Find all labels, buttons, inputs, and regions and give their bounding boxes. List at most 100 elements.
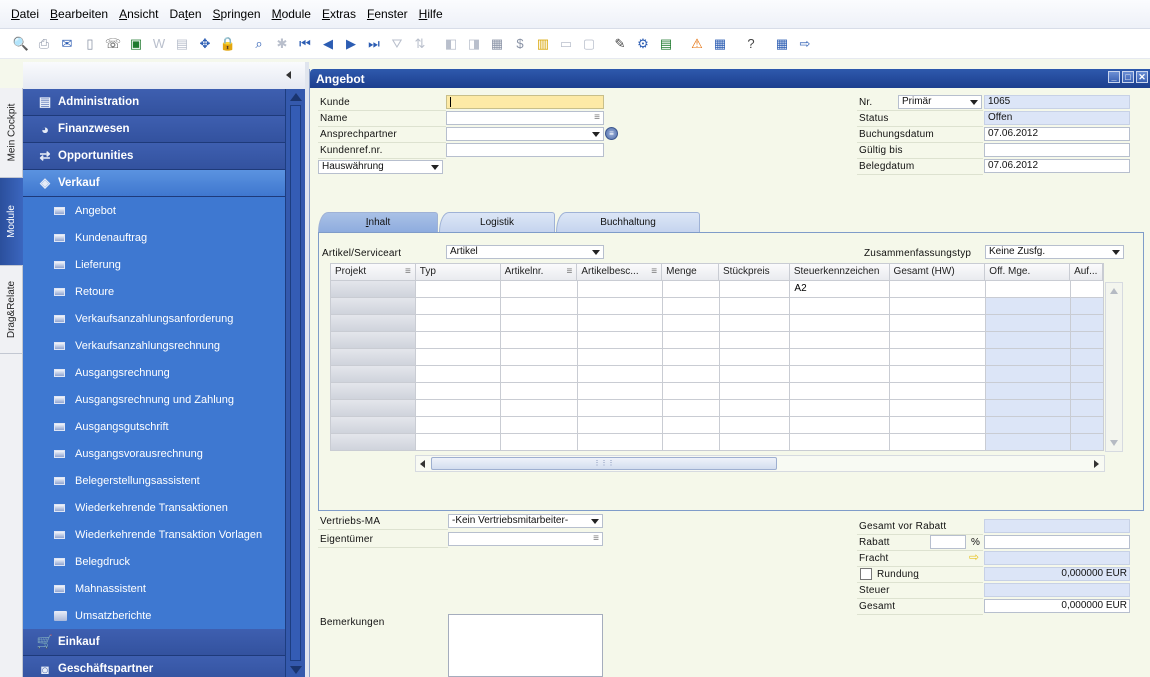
column-header[interactable]: Artikelbesc... ≡ bbox=[577, 264, 663, 280]
pdf-icon[interactable]: ▤ bbox=[173, 35, 191, 53]
tab-inhalt[interactable]: Inhalt bbox=[318, 212, 438, 233]
sidebar-item-lieferung[interactable]: Lieferung bbox=[23, 251, 285, 278]
move-icon[interactable]: ✥ bbox=[196, 35, 214, 53]
table-cell[interactable] bbox=[662, 298, 720, 315]
sidebar-item-wiederkehrende-transaktionen[interactable]: Wiederkehrende Transaktionen bbox=[23, 494, 285, 521]
table-row[interactable] bbox=[330, 383, 1105, 400]
table-cell[interactable]: A2 bbox=[790, 281, 891, 298]
table-cell[interactable] bbox=[415, 332, 501, 349]
first-record-icon[interactable]: ⏮ bbox=[296, 35, 314, 53]
column-header[interactable]: Off. Mge. bbox=[985, 264, 1071, 280]
table-row[interactable] bbox=[330, 298, 1105, 315]
buchungsdatum-input[interactable]: 07.06.2012 bbox=[984, 127, 1130, 141]
column-header[interactable]: Auf... bbox=[1070, 264, 1103, 280]
nr-series-select[interactable]: Primär bbox=[898, 95, 982, 109]
add-icon[interactable]: ✱ bbox=[273, 35, 291, 53]
contact-list-button[interactable]: ≡ bbox=[605, 127, 618, 140]
form-settings-icon[interactable]: ▤ bbox=[657, 35, 675, 53]
volume-weight-icon[interactable]: ▥ bbox=[534, 35, 552, 53]
sidebar-item-belegerstellungsassistent[interactable]: Belegerstellungsassistent bbox=[23, 467, 285, 494]
zusammenfassung-select[interactable]: Keine Zusfg. bbox=[985, 245, 1124, 259]
column-menu-icon[interactable]: ≡ bbox=[405, 264, 411, 280]
table-cell[interactable] bbox=[662, 417, 720, 434]
table-cell[interactable] bbox=[1071, 349, 1105, 366]
module-list-scrollbar[interactable] bbox=[285, 89, 305, 677]
base-document-icon[interactable]: ◧ bbox=[442, 35, 460, 53]
table-cell[interactable] bbox=[662, 383, 720, 400]
link-arrow-icon[interactable]: ⇨ bbox=[969, 550, 979, 564]
table-cell[interactable] bbox=[890, 315, 987, 332]
module-verkauf[interactable]: ◈ Verkauf bbox=[23, 170, 285, 197]
scroll-down-icon[interactable] bbox=[290, 666, 302, 674]
table-row[interactable] bbox=[330, 434, 1105, 451]
table-cell[interactable] bbox=[500, 417, 578, 434]
table-cell[interactable] bbox=[890, 366, 987, 383]
table-cell[interactable] bbox=[1071, 332, 1105, 349]
table-row[interactable] bbox=[330, 366, 1105, 383]
table-cell[interactable] bbox=[719, 366, 791, 383]
table-cell[interactable] bbox=[890, 332, 987, 349]
sidebar-item-ausgangsgutschrift[interactable]: Ausgangsgutschrift bbox=[23, 413, 285, 440]
table-cell[interactable] bbox=[719, 400, 791, 417]
table-cell[interactable] bbox=[415, 383, 501, 400]
column-menu-icon[interactable]: ≡ bbox=[567, 264, 573, 280]
grid-vertical-scrollbar[interactable] bbox=[1105, 282, 1123, 452]
tab-module[interactable]: Module bbox=[0, 178, 23, 266]
word-icon[interactable]: W bbox=[150, 35, 168, 53]
sms-icon[interactable]: ▯ bbox=[81, 35, 99, 53]
gesamt-field[interactable]: 0,000000 EUR bbox=[984, 599, 1130, 613]
table-row[interactable]: A2 bbox=[330, 281, 1105, 298]
sidebar-item-kundenauftrag[interactable]: Kundenauftrag bbox=[23, 224, 285, 251]
menu-ansicht[interactable]: Ansicht bbox=[119, 7, 158, 21]
row-header[interactable] bbox=[331, 400, 416, 417]
table-cell[interactable] bbox=[790, 349, 891, 366]
sidebar-item-wiederkehrende-transaktion-vorlagen[interactable]: Wiederkehrende Transaktion Vorlagen bbox=[23, 521, 285, 548]
table-cell[interactable] bbox=[986, 349, 1072, 366]
table-cell[interactable] bbox=[1071, 417, 1105, 434]
filter-icon[interactable]: ⛛ bbox=[388, 35, 406, 53]
table-cell[interactable] bbox=[415, 400, 501, 417]
tab-buchhaltung[interactable]: Buchhaltung bbox=[556, 212, 700, 233]
print-icon[interactable]: ⎙ bbox=[35, 35, 53, 53]
scroll-up-icon[interactable] bbox=[290, 93, 302, 101]
row-header[interactable] bbox=[331, 383, 416, 400]
sidebar-item-mahnassistent[interactable]: Mahnassistent bbox=[23, 575, 285, 602]
sidebar-item-belegdruck[interactable]: Belegdruck bbox=[23, 548, 285, 575]
menu-bearbeiten[interactable]: Bearbeiten bbox=[50, 7, 108, 21]
table-cell[interactable] bbox=[790, 298, 891, 315]
table-cell[interactable] bbox=[986, 417, 1072, 434]
table-cell[interactable] bbox=[790, 417, 891, 434]
sidebar-item-retoure[interactable]: Retoure bbox=[23, 278, 285, 305]
query-manager-icon[interactable]: ▦ bbox=[773, 35, 791, 53]
table-cell[interactable] bbox=[662, 315, 720, 332]
table-row[interactable] bbox=[330, 349, 1105, 366]
tab-mein-cockpit[interactable]: Mein Cockpit bbox=[0, 88, 23, 178]
vertriebs-ma-select[interactable]: -Kein Vertriebsmitarbeiter- bbox=[448, 514, 603, 528]
list-icon[interactable]: ≡ bbox=[594, 112, 600, 124]
table-cell[interactable] bbox=[662, 400, 720, 417]
gross-profit-icon[interactable]: ▦ bbox=[488, 35, 506, 53]
bemerkungen-textarea[interactable] bbox=[448, 614, 603, 677]
currency-select[interactable]: Hauswährung bbox=[318, 160, 443, 174]
table-cell[interactable] bbox=[500, 298, 578, 315]
target-document-icon[interactable]: ◨ bbox=[465, 35, 483, 53]
fracht-field[interactable] bbox=[984, 551, 1130, 565]
table-cell[interactable] bbox=[415, 298, 501, 315]
table-cell[interactable] bbox=[719, 281, 791, 298]
row-header[interactable] bbox=[331, 434, 416, 451]
module-geschftspartner[interactable]: ◙ Geschäftspartner bbox=[23, 656, 285, 677]
table-cell[interactable] bbox=[415, 315, 501, 332]
rabatt-value-input[interactable] bbox=[984, 535, 1130, 549]
table-cell[interactable] bbox=[890, 434, 987, 451]
table-cell[interactable] bbox=[719, 332, 791, 349]
table-cell[interactable] bbox=[986, 366, 1072, 383]
table-cell[interactable] bbox=[790, 400, 891, 417]
module-administration[interactable]: ▤ Administration bbox=[23, 89, 285, 116]
table-cell[interactable] bbox=[1071, 281, 1105, 298]
table-cell[interactable] bbox=[577, 366, 663, 383]
table-cell[interactable] bbox=[1071, 366, 1105, 383]
table-cell[interactable] bbox=[415, 281, 501, 298]
settings-icon[interactable]: ⚙ bbox=[634, 35, 652, 53]
table-cell[interactable] bbox=[986, 383, 1072, 400]
column-header[interactable]: Artikelnr. ≡ bbox=[501, 264, 578, 280]
